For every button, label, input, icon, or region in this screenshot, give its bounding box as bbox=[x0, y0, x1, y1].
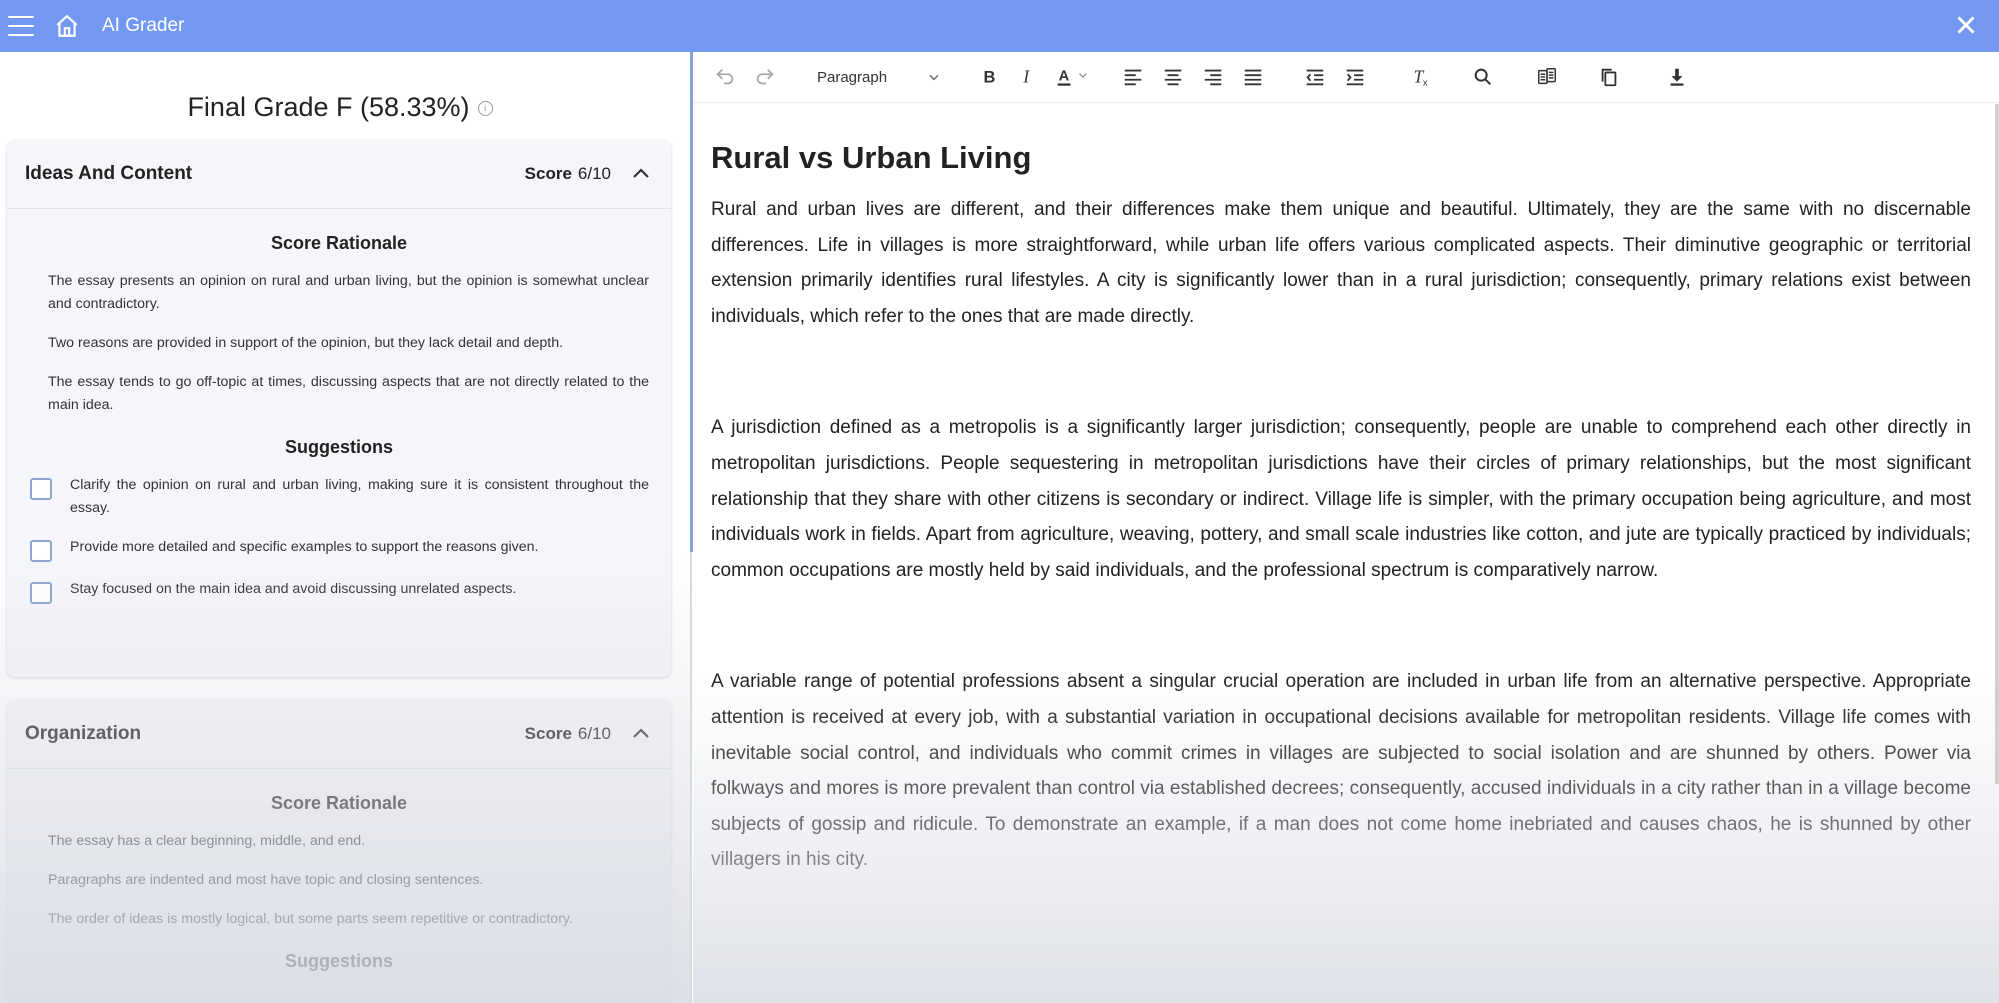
svg-text:B: B bbox=[984, 69, 996, 87]
clear-formatting-icon[interactable]: Tx bbox=[1405, 61, 1437, 93]
svg-text:A: A bbox=[1059, 69, 1070, 85]
panel-divider-lower bbox=[690, 552, 692, 1003]
suggestions-title: Suggestions bbox=[284, 437, 393, 457]
app-bar: AI Grader bbox=[0, 0, 1999, 52]
info-icon[interactable]: i bbox=[477, 101, 493, 117]
rationale-item: The essay tends to go off-topic at times… bbox=[48, 374, 649, 413]
document-paragraph: Rural and urban lives are different, and… bbox=[711, 199, 1971, 327]
rationale-title: Score Rationale bbox=[270, 793, 408, 813]
card-header[interactable]: Ideas And Content Score 6/10 bbox=[7, 140, 671, 209]
paragraph-style-select[interactable]: Paragraph bbox=[809, 62, 949, 92]
home-icon[interactable] bbox=[54, 13, 80, 39]
outdent-icon[interactable] bbox=[1299, 61, 1331, 93]
suggestion-text: Stay focused on the main idea and avoid … bbox=[70, 581, 517, 597]
rationale-item: The essay presents an opinion on rural a… bbox=[48, 273, 649, 312]
score-value: 6/10 bbox=[577, 724, 611, 743]
rationale-item: Paragraphs are indented and most have to… bbox=[48, 872, 484, 888]
suggestion-checkbox[interactable] bbox=[30, 582, 52, 604]
bold-icon[interactable]: B bbox=[973, 61, 1005, 93]
svg-text:x: x bbox=[1423, 77, 1428, 87]
compare-icon[interactable] bbox=[1531, 61, 1563, 93]
rationale-item: The order of ideas is mostly logical, bu… bbox=[48, 911, 573, 927]
final-grade-label: Final Grade F (58.33%) bbox=[187, 92, 470, 122]
final-grade: Final Grade F (58.33%) i bbox=[0, 92, 680, 123]
indent-icon[interactable] bbox=[1339, 61, 1371, 93]
score-label: Score bbox=[524, 164, 572, 183]
editor-scrollbar[interactable] bbox=[1995, 104, 1999, 784]
svg-text:I: I bbox=[1022, 67, 1030, 87]
organization-card: Organization Score 6/10 Score Rationale T… bbox=[7, 700, 671, 1003]
align-left-icon[interactable] bbox=[1117, 61, 1149, 93]
suggestion-item: Stay focused on the main idea and avoid … bbox=[30, 578, 649, 604]
chevron-down-icon bbox=[929, 74, 939, 81]
editor-toolbar: Paragraph B I A Tx bbox=[693, 52, 1999, 103]
paragraph-style-value: Paragraph bbox=[817, 68, 888, 86]
document-body[interactable]: Rural vs Urban Living Rural and urban li… bbox=[711, 140, 1971, 878]
align-center-icon[interactable] bbox=[1157, 61, 1189, 93]
score: Score 6/10 bbox=[525, 164, 611, 184]
suggestion-item: Provide more detailed and specific examp… bbox=[30, 536, 649, 562]
suggestion-text: Provide more detailed and specific examp… bbox=[70, 539, 539, 555]
font-color-dropdown-icon[interactable] bbox=[1077, 68, 1089, 86]
chevron-up-icon[interactable] bbox=[629, 722, 653, 746]
suggestion-item: Clarify the opinion on rural and urban l… bbox=[30, 474, 649, 520]
suggestion-text: Clarify the opinion on rural and urban l… bbox=[70, 477, 649, 516]
card-title: Organization bbox=[25, 723, 142, 744]
grading-panel: Final Grade F (58.33%) i Ideas And Conten… bbox=[0, 52, 690, 1003]
document-paragraph: A jurisdiction defined as a metropolis i… bbox=[711, 417, 1971, 581]
chevron-up-icon[interactable] bbox=[629, 162, 653, 186]
rationale-list: The essay has a clear beginning, middle,… bbox=[7, 830, 671, 931]
document-title: Rural vs Urban Living bbox=[711, 140, 1032, 175]
align-right-icon[interactable] bbox=[1197, 61, 1229, 93]
score-value: 6/10 bbox=[577, 164, 611, 183]
app-title: AI Grader bbox=[102, 15, 185, 36]
score: Score 6/10 bbox=[525, 724, 611, 744]
align-justify-icon[interactable] bbox=[1237, 61, 1269, 93]
suggestion-checkbox[interactable] bbox=[30, 540, 52, 562]
italic-icon[interactable]: I bbox=[1011, 61, 1043, 93]
rationale-title: Score Rationale bbox=[270, 233, 408, 253]
score-label: Score bbox=[524, 724, 572, 743]
download-icon[interactable] bbox=[1661, 61, 1693, 93]
document-paragraph: A variable range of potential profession… bbox=[711, 671, 1971, 871]
suggestions-title: Suggestions bbox=[284, 951, 393, 971]
card-header[interactable]: Organization Score 6/10 bbox=[7, 700, 671, 769]
rationale-list: The essay presents an opinion on rural a… bbox=[7, 270, 671, 417]
undo-icon[interactable] bbox=[709, 61, 741, 93]
redo-icon[interactable] bbox=[749, 61, 781, 93]
ideas-content-card: Ideas And Content Score 6/10 Score Ration… bbox=[7, 140, 671, 677]
suggestion-checkbox[interactable] bbox=[30, 478, 52, 500]
close-icon[interactable] bbox=[1953, 12, 1979, 38]
rationale-item: Two reasons are provided in support of t… bbox=[48, 335, 564, 351]
card-title: Ideas And Content bbox=[25, 163, 193, 184]
copy-icon[interactable] bbox=[1593, 61, 1625, 93]
menu-icon[interactable] bbox=[8, 16, 34, 36]
rationale-item: The essay has a clear beginning, middle,… bbox=[48, 833, 366, 849]
search-icon[interactable] bbox=[1467, 61, 1499, 93]
essay-editor: Paragraph B I A Tx Rural vs Urban Living… bbox=[693, 52, 1999, 1003]
